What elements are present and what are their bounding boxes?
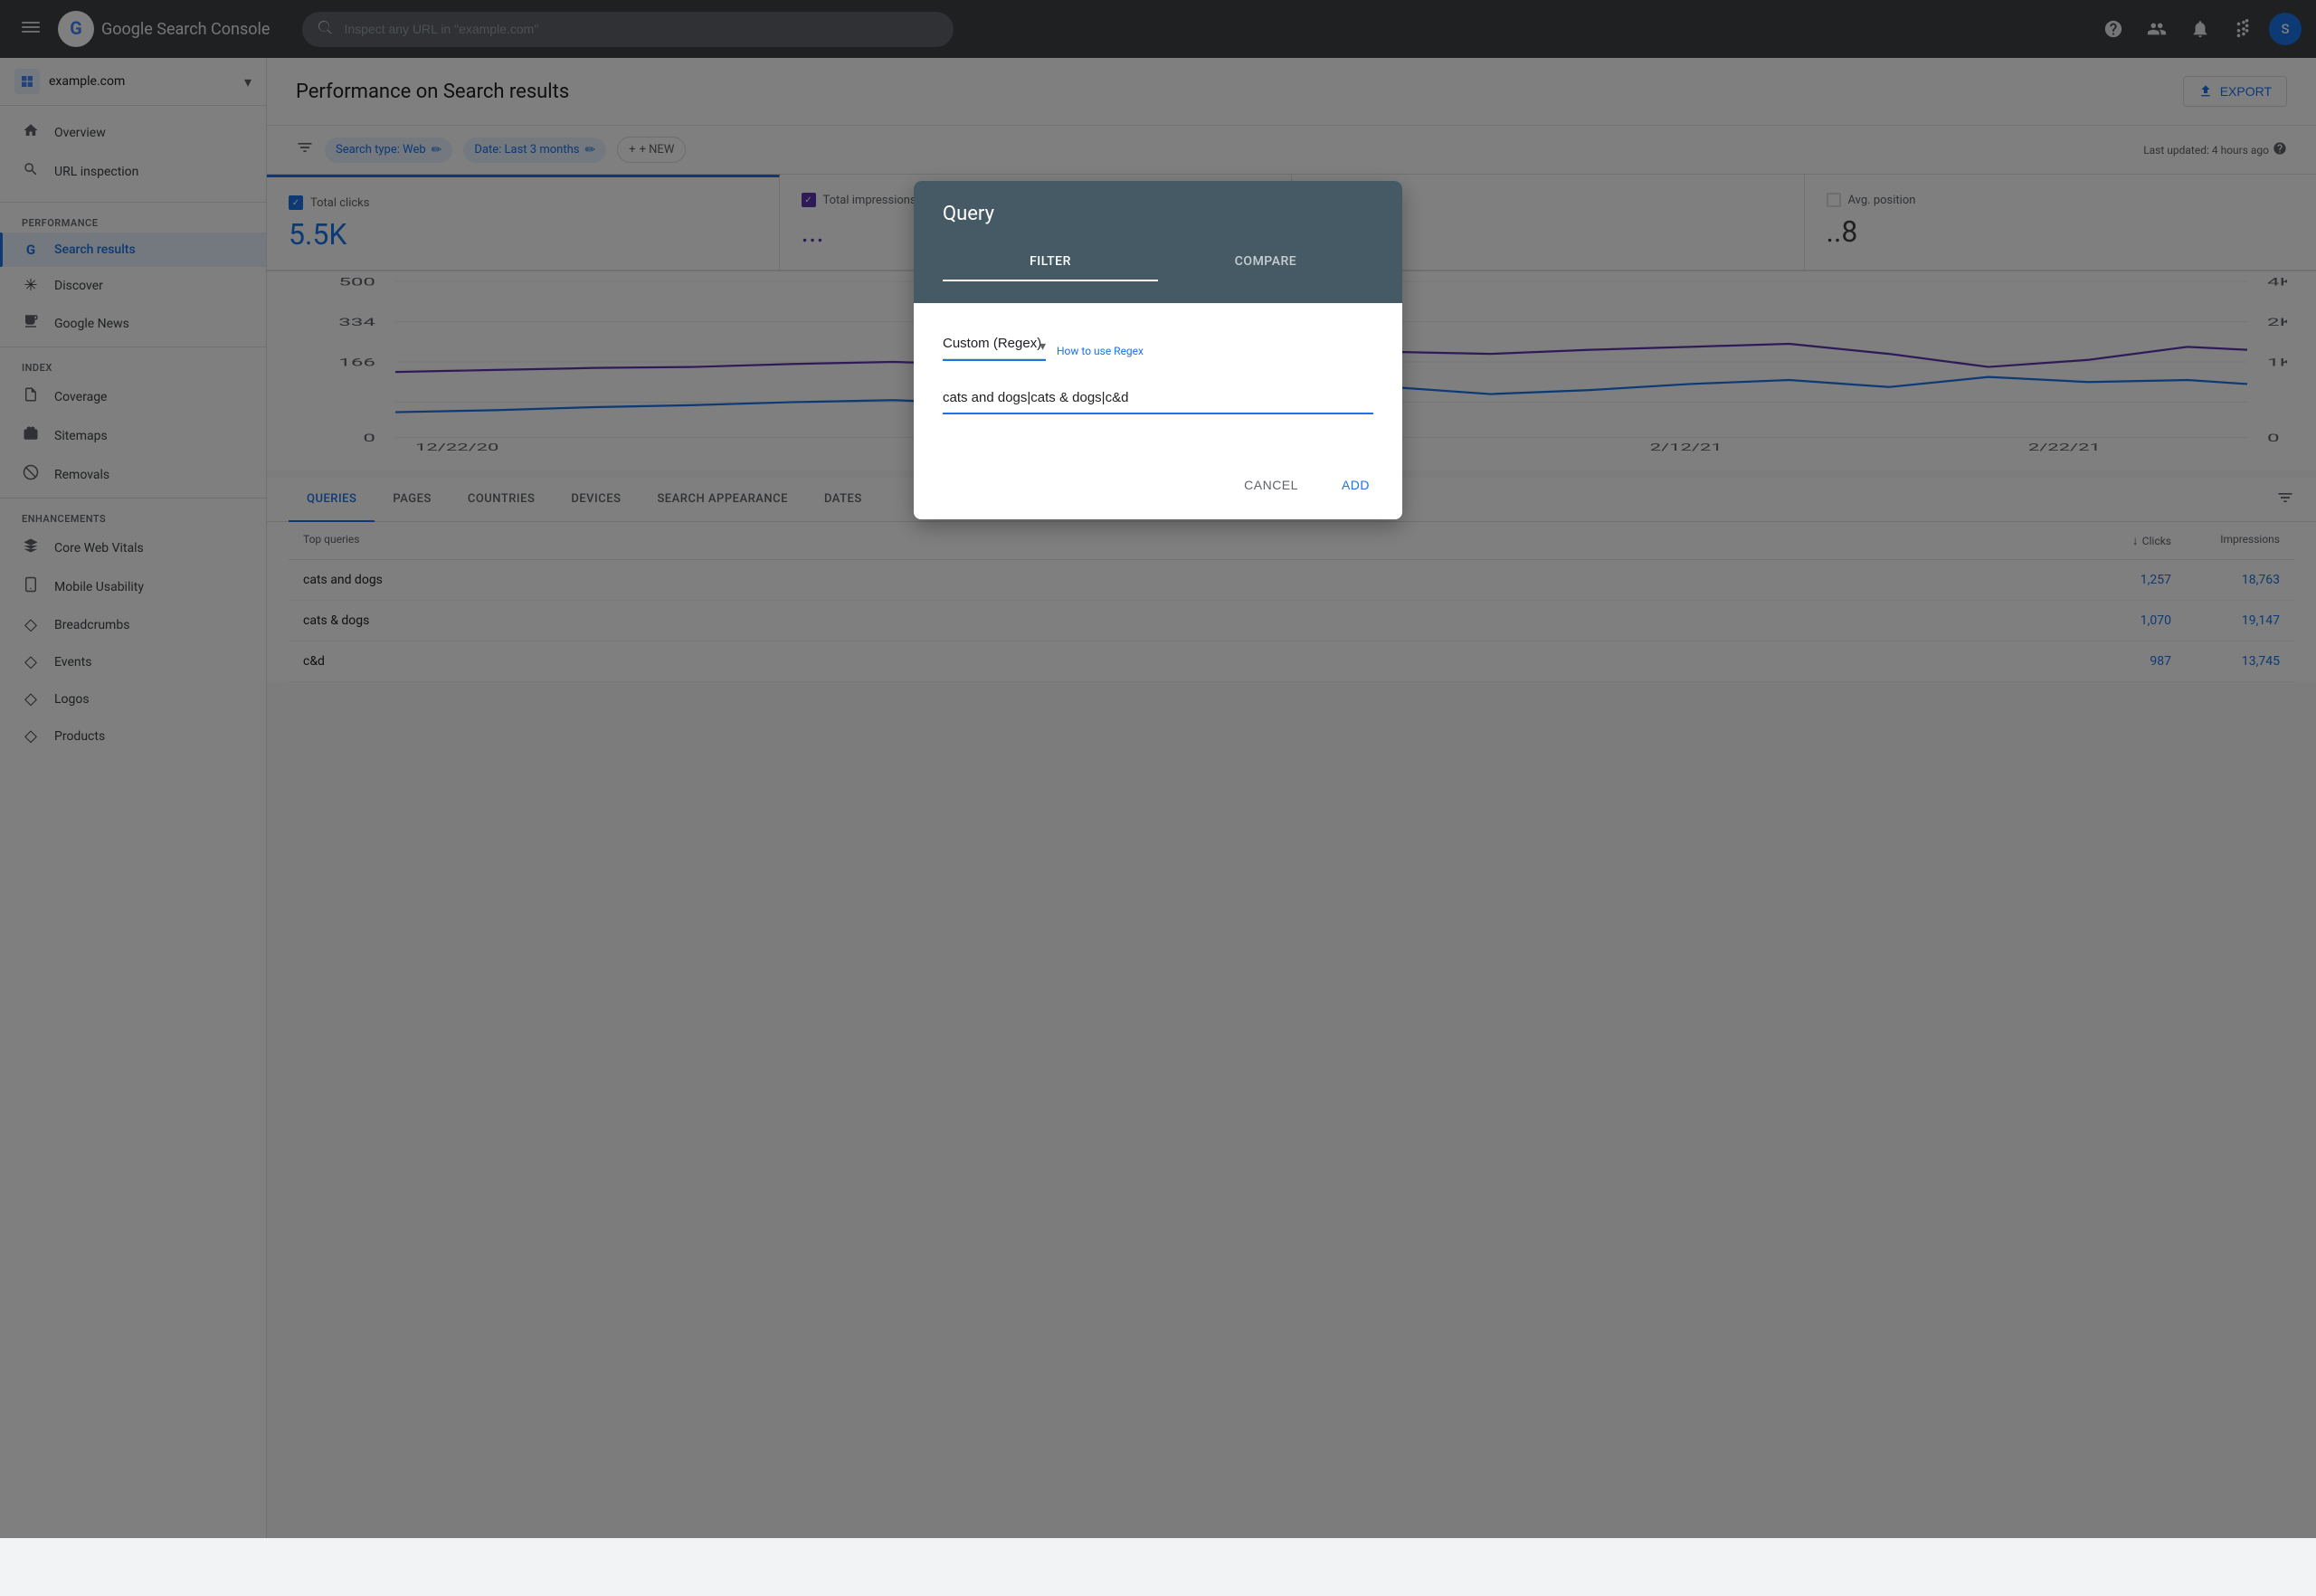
modal-tab-compare[interactable]: COMPARE (1158, 243, 1373, 281)
modal-input-row (943, 383, 1373, 414)
modal-body: Custom (Regex) Containing Not containing… (914, 303, 1402, 461)
modal-tabs: FILTER COMPARE (943, 243, 1373, 281)
regex-select-wrapper: Custom (Regex) Containing Not containing… (943, 328, 1046, 361)
modal-tab-filter[interactable]: FILTER (943, 243, 1158, 281)
query-modal: Query FILTER COMPARE Custom (Regex) Cont… (914, 181, 1402, 519)
cancel-button[interactable]: CANCEL (1226, 469, 1316, 501)
modal-header: Query FILTER COMPARE (914, 181, 1402, 303)
modal-footer: CANCEL ADD (914, 461, 1402, 519)
modal-title: Query (943, 203, 1373, 225)
regex-input[interactable] (943, 383, 1373, 414)
modal-select-row: Custom (Regex) Containing Not containing… (943, 328, 1373, 361)
filter-type-select[interactable]: Custom (Regex) Containing Not containing… (943, 328, 1046, 359)
regex-help-link[interactable]: How to use Regex (1057, 345, 1144, 357)
modal-overlay[interactable]: Query FILTER COMPARE Custom (Regex) Cont… (0, 0, 2316, 1538)
add-button[interactable]: ADD (1324, 469, 1388, 501)
